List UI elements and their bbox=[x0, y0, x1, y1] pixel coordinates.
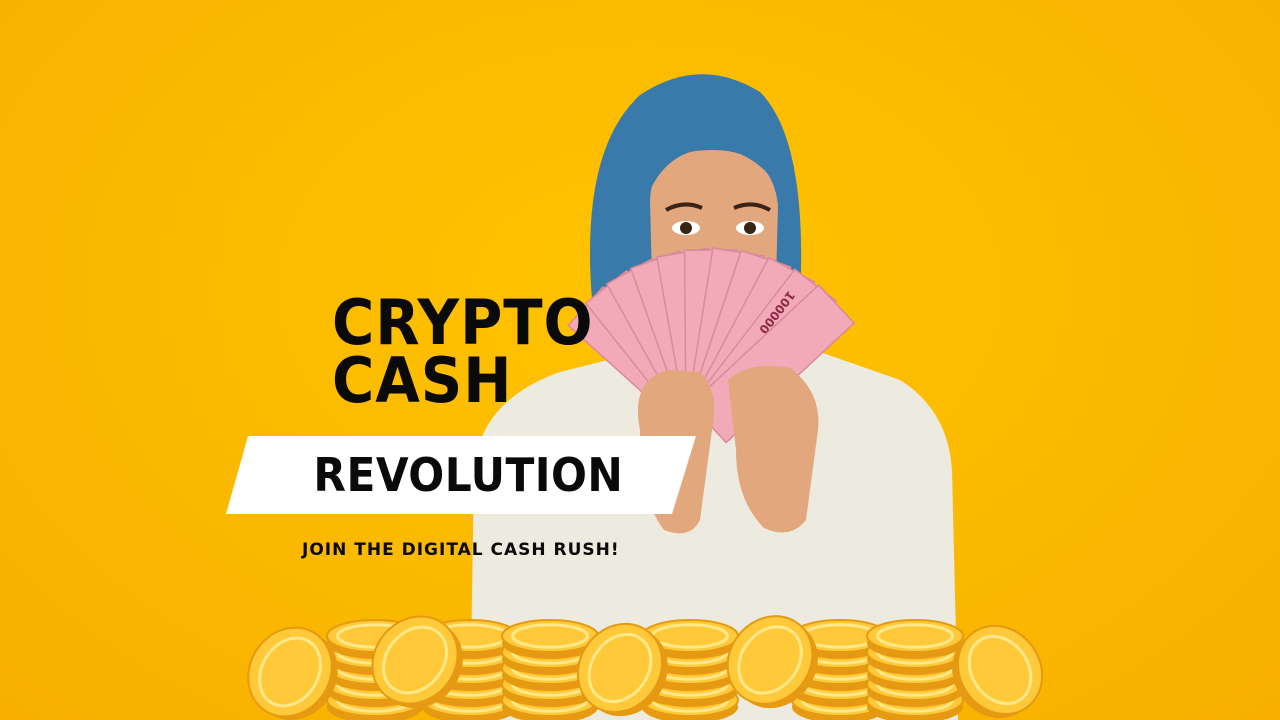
gold-coin-stacks bbox=[247, 615, 1044, 720]
coin-in-stack bbox=[866, 619, 964, 659]
poster: 100000 CRYPTO CASH REVOLUTION JOIN THE D… bbox=[0, 0, 1280, 720]
